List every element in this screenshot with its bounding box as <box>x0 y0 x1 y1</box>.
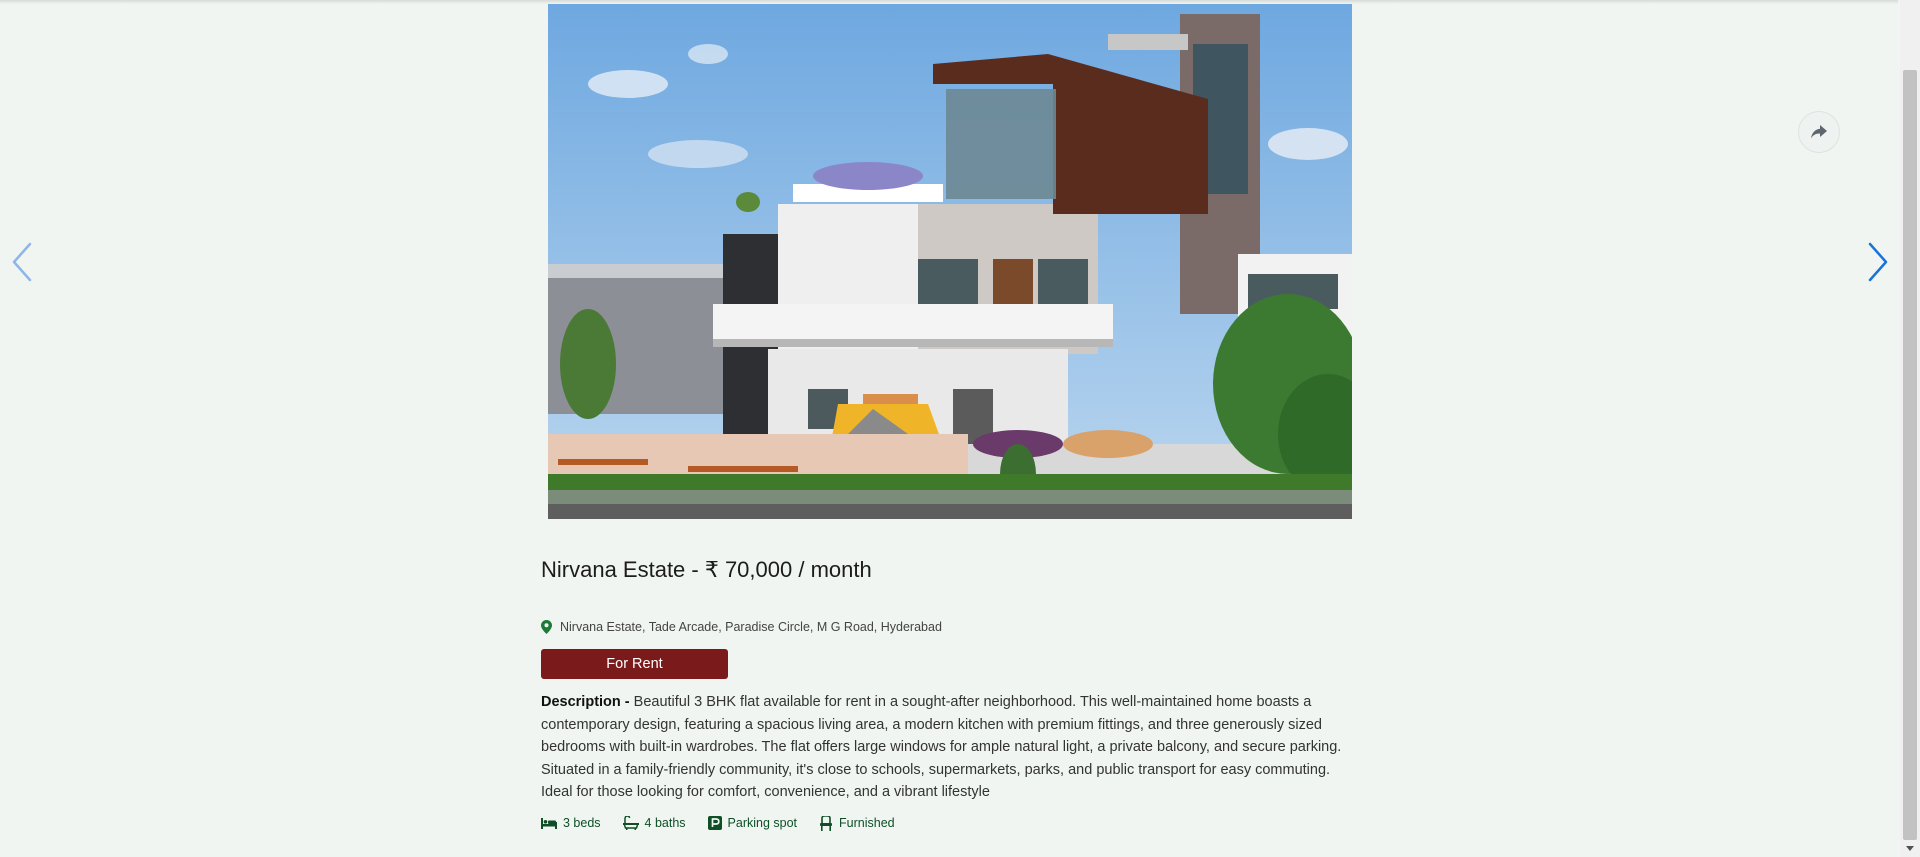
listing-features: 3 beds 4 baths Parking spot Furnished <box>541 815 1356 831</box>
feature-baths: 4 baths <box>622 816 686 830</box>
share-button[interactable] <box>1798 111 1840 153</box>
baths-label: 4 baths <box>644 816 686 830</box>
chair-icon <box>820 815 833 831</box>
description-label: Description - <box>541 694 630 710</box>
feature-parking: Parking spot <box>707 816 798 830</box>
chevron-left-icon <box>12 242 32 282</box>
property-detail-page: Nirvana Estate - ₹ 70,000 / month Nirvan… <box>0 0 1920 857</box>
address-text: Nirvana Estate, Tade Arcade, Paradise Ci… <box>560 620 942 634</box>
listing-address: Nirvana Estate, Tade Arcade, Paradise Ci… <box>541 617 1356 637</box>
bed-icon <box>541 818 557 829</box>
gallery-prev-button[interactable] <box>8 240 38 284</box>
gallery-next-button[interactable] <box>1862 240 1892 284</box>
parking-icon <box>707 816 722 830</box>
listing-title: Nirvana Estate - ₹ 70,000 / month <box>541 557 872 582</box>
feature-furnished: Furnished <box>819 815 895 831</box>
parking-label: Parking spot <box>727 816 798 830</box>
description-text: Beautiful 3 BHK flat available for rent … <box>541 694 1342 800</box>
listing-description: Description - Beautiful 3 BHK flat avail… <box>541 691 1356 804</box>
bath-icon <box>622 816 639 830</box>
listing-details: Nirvana Estate - ₹ 70,000 / month Nirvan… <box>541 555 1356 831</box>
location-pin-icon <box>541 620 552 634</box>
beds-label: 3 beds <box>563 816 601 830</box>
status-badge: For Rent <box>541 649 728 679</box>
feature-beds: 3 beds <box>541 816 601 830</box>
chevron-right-icon <box>1868 242 1888 282</box>
property-photo[interactable] <box>548 4 1352 519</box>
furnished-label: Furnished <box>839 816 895 830</box>
scroll-down-arrow-icon[interactable] <box>1904 842 1916 854</box>
scrollbar-thumb[interactable] <box>1903 70 1917 840</box>
share-icon <box>1811 125 1827 139</box>
